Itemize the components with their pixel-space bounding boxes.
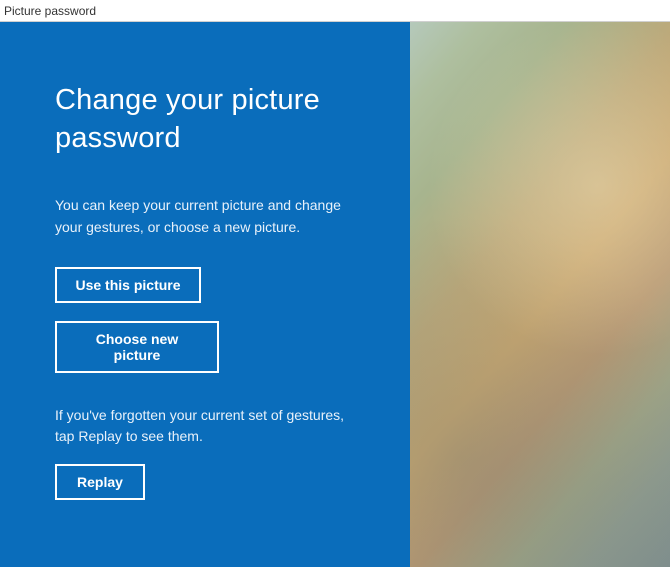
replay-button[interactable]: Replay <box>55 464 145 500</box>
page-heading: Change your picture password <box>55 82 355 157</box>
choose-new-picture-button[interactable]: Choose new picture <box>55 321 219 373</box>
window-title: Picture password <box>4 4 96 18</box>
window-titlebar: Picture password <box>0 0 670 22</box>
use-this-picture-button[interactable]: Use this picture <box>55 267 201 303</box>
forgot-gestures-text: If you've forgotten your current set of … <box>55 405 350 448</box>
content-area: Change your picture password You can kee… <box>0 22 670 567</box>
instruction-panel: Change your picture password You can kee… <box>0 22 410 567</box>
description-text: You can keep your current picture and ch… <box>55 195 350 238</box>
picture-preview <box>410 22 670 567</box>
